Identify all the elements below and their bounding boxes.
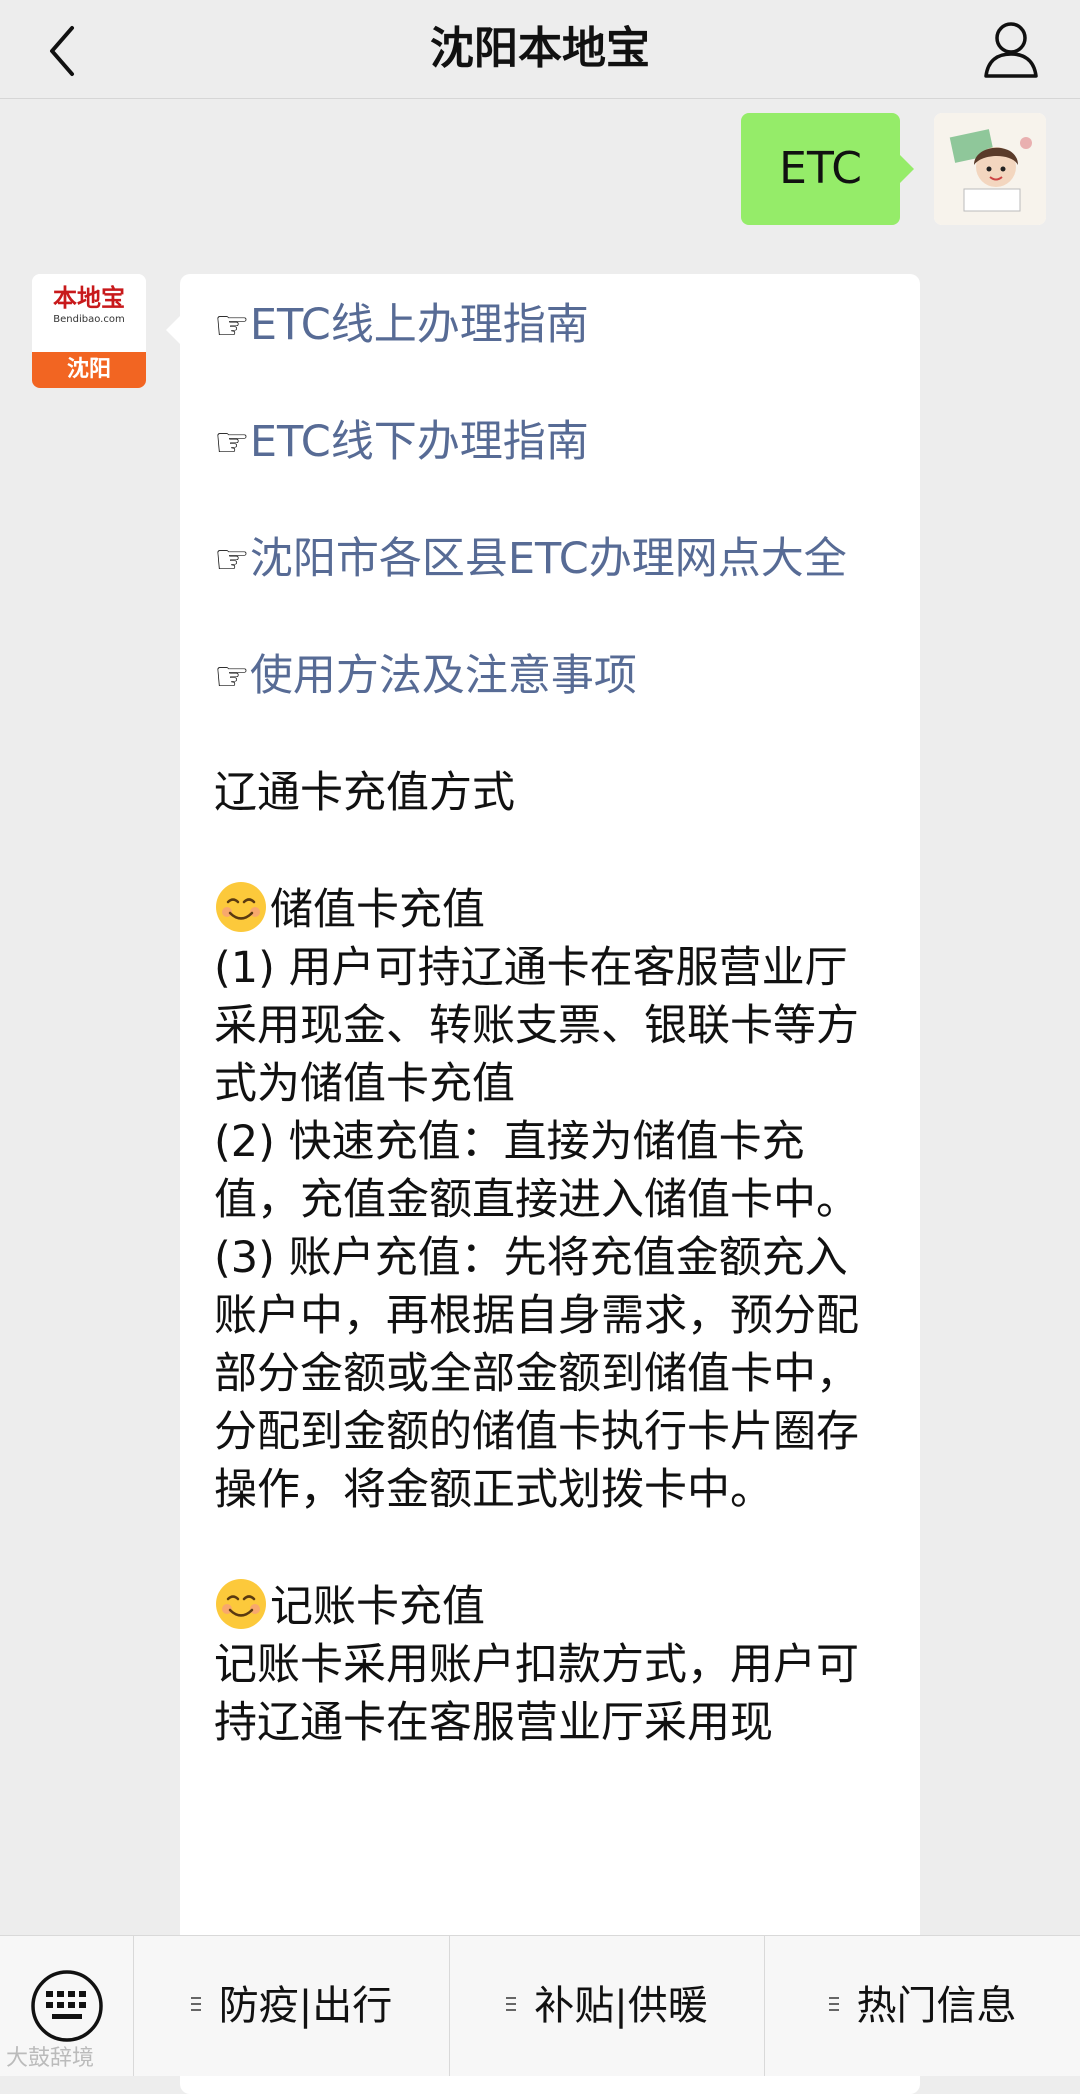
menu-subsidy-heating[interactable]: 补贴|供暖 xyxy=(450,1936,765,2076)
stored-value-item: (2) 快速充值：直接为储值卡充值，充值金额直接进入储值卡中。 xyxy=(214,1117,859,1225)
user-message-bubble[interactable]: ETC xyxy=(741,113,914,225)
menu-label: 补贴|供暖 xyxy=(534,1983,708,2029)
heading-text: 记账卡充值 xyxy=(270,1582,485,1632)
heading-text: 储值卡充值 xyxy=(270,885,485,935)
smiling-face-icon xyxy=(216,1579,266,1629)
link-text[interactable]: 使用方法及注意事项 xyxy=(250,651,637,701)
pointing-hand-icon: ☞ xyxy=(214,303,250,349)
smiling-face-icon xyxy=(216,882,266,932)
menu-epidemic-travel[interactable]: 防疫|出行 xyxy=(134,1936,450,2076)
bot-avatar[interactable]: 本地宝 Bendibao.com 沈阳 xyxy=(32,274,146,388)
link-text[interactable]: ETC线下办理指南 xyxy=(250,417,589,467)
bot-message-bubble: ☞ETC线上办理指南 ☞ETC线下办理指南 ☞沈阳市各区县ETC办理网点大全 ☞… xyxy=(166,274,920,2094)
menu-hot-info[interactable]: 热门信息 xyxy=(765,1936,1080,2076)
stored-value-item: (1) 用户可持辽通卡在客服营业厅采用现金、转账支票、银联卡等方式为储值卡充值 xyxy=(214,943,859,1109)
pointing-hand-icon: ☞ xyxy=(214,420,250,466)
link-text[interactable]: ETC线上办理指南 xyxy=(250,300,589,350)
link-online-guide[interactable]: ☞ETC线上办理指南 xyxy=(214,296,886,355)
link-text[interactable]: 沈阳市各区县ETC办理网点大全 xyxy=(250,534,847,584)
credit-card-text: 记账卡采用账户扣款方式，用户可持辽通卡在客服营业厅采用现 xyxy=(214,1640,859,1748)
section-title: 辽通卡充值方式 xyxy=(214,768,515,818)
credit-card-heading: 记账卡充值 xyxy=(214,1577,886,1636)
bendibao-logo: 本地宝 Bendibao.com xyxy=(32,274,146,352)
person-icon xyxy=(984,22,1038,78)
link-usage-notes[interactable]: ☞使用方法及注意事项 xyxy=(214,647,886,706)
pointing-hand-icon: ☞ xyxy=(214,537,250,583)
top-nav-bar: 沈阳本地宝 xyxy=(0,0,1080,99)
link-outlets-list[interactable]: ☞沈阳市各区县ETC办理网点大全 xyxy=(214,530,886,589)
logo-city: 沈阳 xyxy=(32,352,146,388)
bottom-menu-bar: 防疫|出行 补贴|供暖 热门信息 大鼓辞境 xyxy=(0,1935,1080,2076)
cartoon-avatar-image xyxy=(934,113,1046,225)
logo-title: 本地宝 xyxy=(53,284,125,312)
logo-subtitle: Bendibao.com xyxy=(53,314,125,325)
stored-value-heading: 储值卡充值 xyxy=(214,880,886,939)
user-avatar[interactable] xyxy=(934,113,1046,225)
menu-lines-icon xyxy=(190,1993,201,2015)
link-offline-guide[interactable]: ☞ETC线下办理指南 xyxy=(214,413,886,472)
watermark: 大鼓辞境 xyxy=(6,2046,95,2071)
profile-button[interactable] xyxy=(976,14,1046,84)
pointing-hand-icon: ☞ xyxy=(214,654,250,700)
menu-label: 热门信息 xyxy=(856,1983,1017,2029)
stored-value-item: (3) 账户充值：先将充值金额充入账户中，再根据自身需求，预分配部分金额或全部金… xyxy=(214,1233,859,1515)
menu-lines-icon xyxy=(828,1993,839,2015)
page-title: 沈阳本地宝 xyxy=(430,23,650,74)
menu-label: 防疫|出行 xyxy=(218,1983,393,2029)
menu-lines-icon xyxy=(506,1993,517,2015)
